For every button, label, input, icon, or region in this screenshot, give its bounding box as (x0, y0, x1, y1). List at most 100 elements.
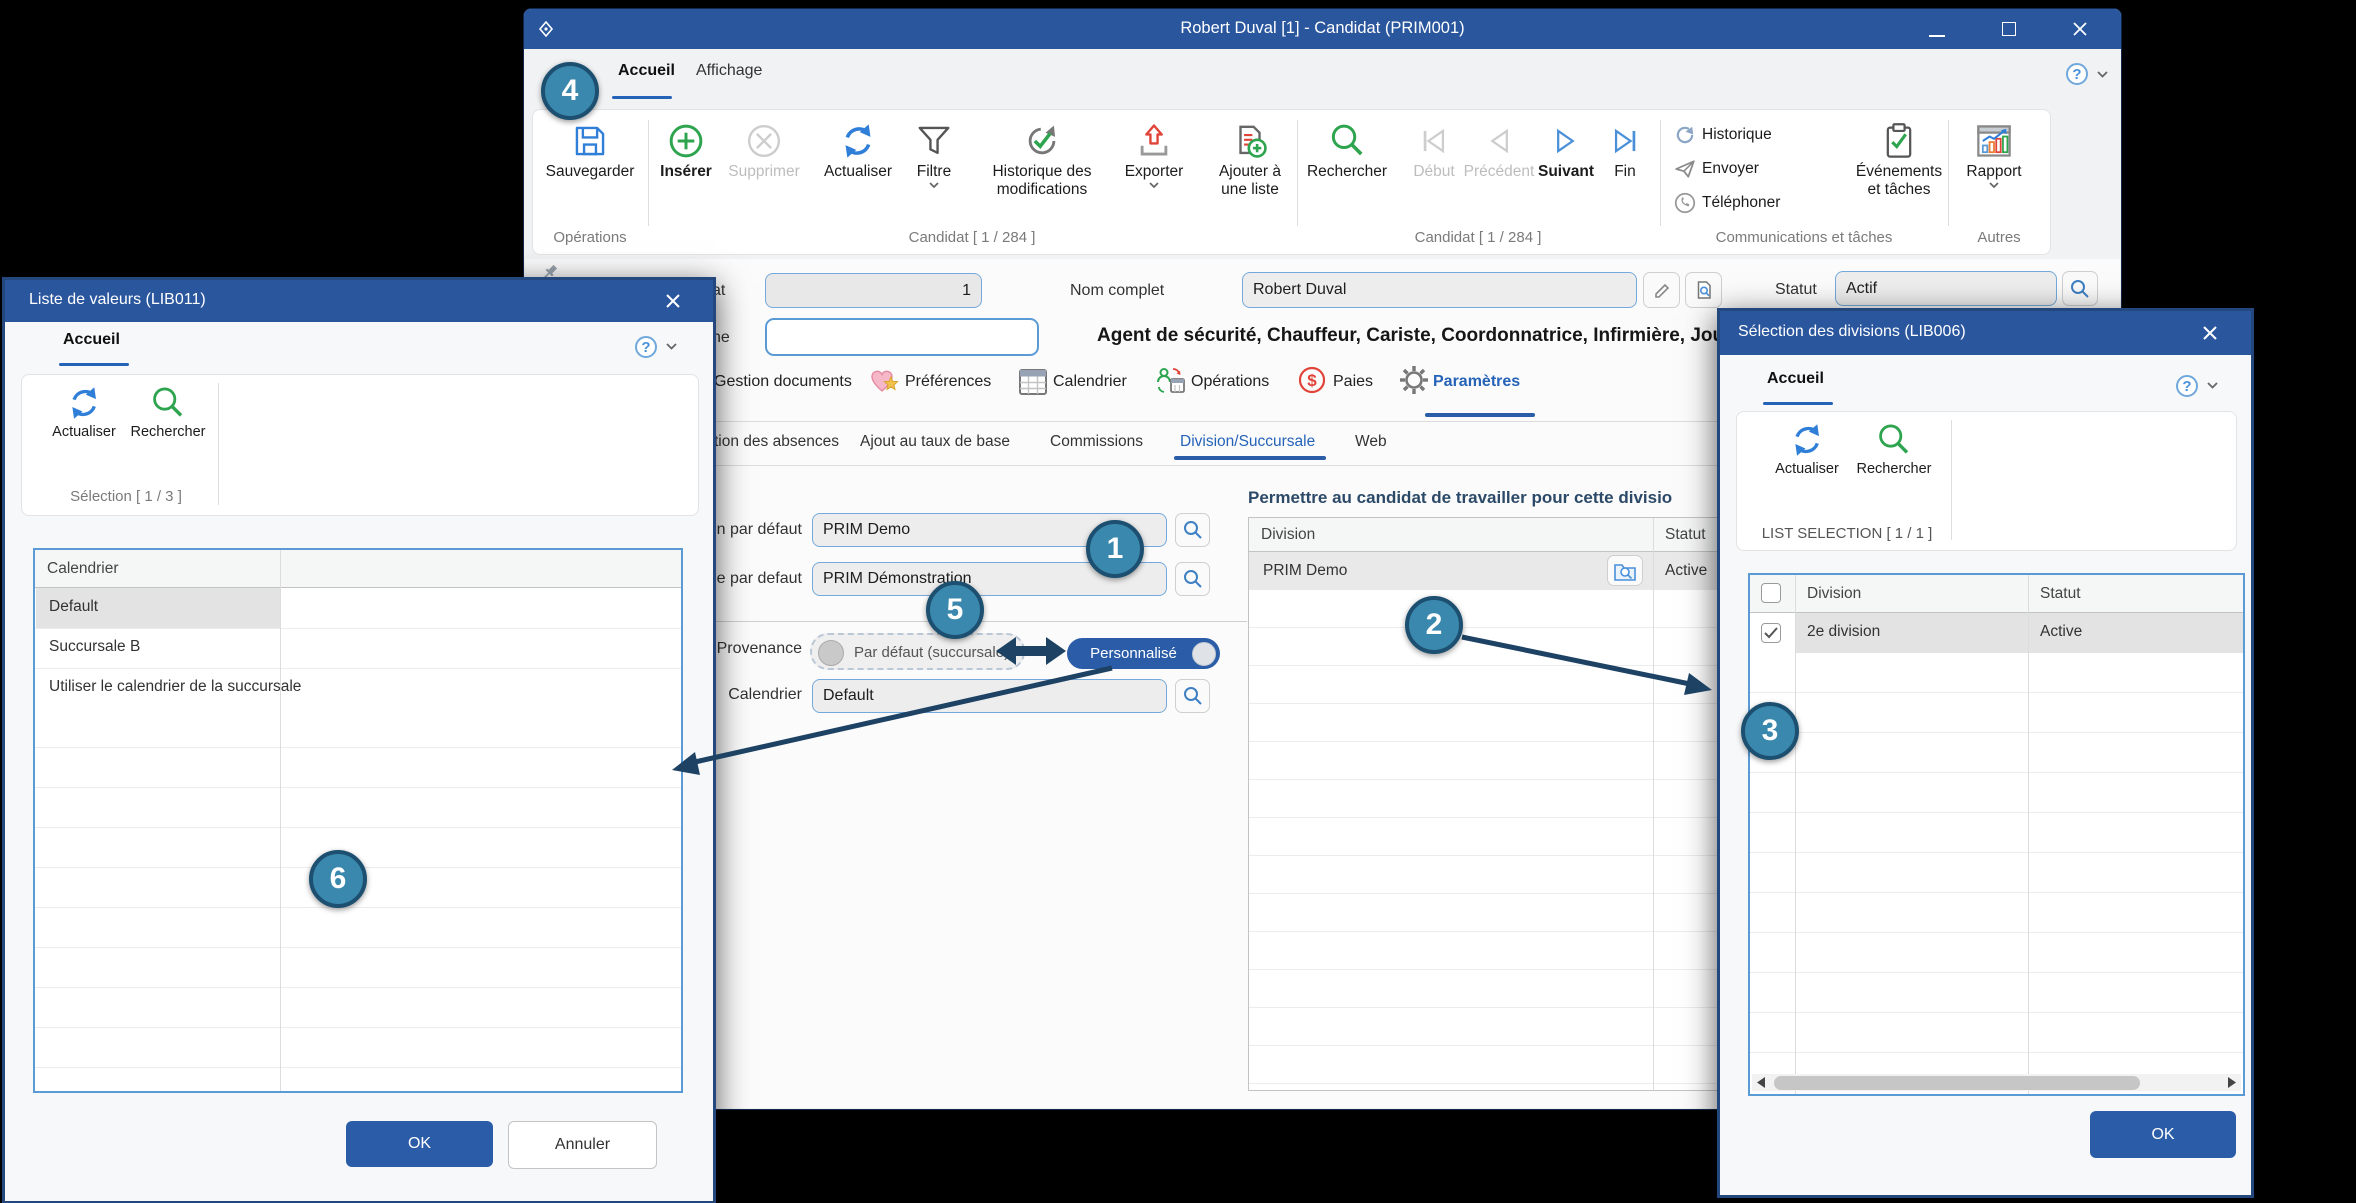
group-label-candidat-2: Candidat [ 1 / 284 ] (1415, 229, 1542, 246)
scroll-left-icon[interactable] (1756, 1076, 1766, 1089)
division-detail-button[interactable] (1607, 555, 1643, 586)
search-button[interactable]: Rechercher (1857, 422, 1932, 477)
send-button[interactable]: Envoyer (1674, 158, 1759, 180)
provenance-option-default[interactable]: Par défaut (succursale) (810, 633, 1025, 670)
pay-dollar-icon: $ (1297, 365, 1329, 397)
close-icon[interactable] (2202, 325, 2218, 341)
ok-button[interactable]: OK (2090, 1111, 2236, 1158)
row-checkbox-checked[interactable] (1761, 623, 1781, 643)
list-item[interactable]: Default (35, 588, 681, 629)
statut-col-header[interactable]: Statut (1665, 526, 1706, 544)
report-chart-icon (1975, 122, 2013, 160)
tab-affichage[interactable]: Affichage (696, 62, 762, 80)
save-icon (571, 122, 609, 160)
tab-operations[interactable]: Opérations (1191, 373, 1269, 391)
toggle-knob-off (818, 640, 844, 666)
magnifier-icon (1182, 519, 1204, 541)
main-titlebar[interactable]: Robert Duval [1] - Candidat (PRIM001) (524, 9, 2121, 49)
candidat-number-field[interactable]: 1 (765, 273, 982, 308)
tab-paies[interactable]: Paies (1333, 373, 1373, 391)
phone-button[interactable]: Téléphoner (1674, 192, 1780, 214)
calendrier-field[interactable]: Default (812, 679, 1167, 713)
tab-calendrier[interactable]: Calendrier (1053, 373, 1127, 391)
chevron-down-icon (1148, 181, 1160, 189)
minimize-button[interactable] (1929, 35, 1945, 37)
empty-rows (1249, 590, 1717, 1088)
phone-field[interactable] (765, 318, 1039, 356)
lib011-tab-accueil[interactable]: Accueil (63, 331, 120, 349)
close-icon[interactable] (665, 293, 681, 309)
calendrier-lookup-button[interactable] (1175, 679, 1210, 713)
help-icon[interactable]: ? (2066, 63, 2088, 85)
horizontal-scrollbar[interactable] (1752, 1074, 2241, 1091)
chevron-down-icon (928, 181, 940, 189)
provenance-option-custom[interactable]: Personnalisé (1067, 638, 1220, 669)
group-label-candidat-1: Candidat [ 1 / 284 ] (909, 229, 1036, 246)
modification-history-button[interactable]: Historique des modifications (982, 122, 1102, 198)
step-badge-2: 2 (1405, 596, 1463, 654)
table-row[interactable]: 2e division Active (1750, 613, 2243, 653)
toggle-knob-on (1192, 642, 1216, 666)
tab-parametres-underline (1425, 413, 1535, 417)
plus-circle-icon (667, 122, 705, 160)
report-button[interactable]: Rapport (1934, 122, 2054, 189)
step-badge-1: 1 (1086, 520, 1144, 578)
refresh-button[interactable]: Actualiser (1775, 422, 1839, 477)
history-button[interactable]: Historique (1674, 124, 1772, 146)
succursale-default-lookup-button[interactable] (1175, 562, 1210, 596)
lib006-tab-accueil[interactable]: Accueil (1767, 370, 1824, 388)
refresh-button[interactable]: Actualiser (52, 385, 116, 440)
tab-parametres[interactable]: Paramètres (1433, 373, 1520, 391)
help-icon[interactable]: ? (2176, 375, 2198, 397)
tab-accueil[interactable]: Accueil (618, 62, 675, 80)
history-icon (1674, 124, 1696, 146)
ok-button[interactable]: OK (346, 1121, 493, 1167)
subtab-division-underline (1174, 456, 1326, 460)
scroll-right-icon[interactable] (2227, 1076, 2237, 1089)
document-search-icon (1694, 280, 1714, 300)
tab-gestion-documents[interactable]: Gestion documents (714, 373, 852, 391)
scrollbar-thumb[interactable] (1774, 1076, 2140, 1090)
statut-lookup-button[interactable] (2062, 271, 2098, 306)
division-col-header[interactable]: Division (1261, 526, 1315, 544)
operations-people-icon (1155, 365, 1187, 397)
group-label-communications: Communications et tâches (1716, 229, 1893, 246)
table-row[interactable]: PRIM Demo Active (1249, 552, 1717, 590)
subtab-ajout-taux-base[interactable]: Ajout au taux de base (860, 433, 1010, 451)
maximize-button[interactable] (2002, 22, 2016, 36)
lib011-titlebar[interactable]: Liste de valeurs (LIB011) (5, 280, 713, 322)
list-item[interactable]: Utiliser le calendrier de la succursale (35, 668, 681, 709)
subtab-web[interactable]: Web (1355, 433, 1387, 451)
edit-name-button[interactable] (1643, 272, 1680, 308)
search-button[interactable]: Rechercher (131, 385, 206, 440)
statut-field[interactable]: Actif (1835, 271, 2057, 306)
last-record-button[interactable]: Fin (1565, 122, 1685, 181)
division-col-header[interactable]: Division (1807, 585, 1861, 603)
select-all-checkbox[interactable] (1761, 583, 1781, 603)
chevron-down-icon[interactable] (665, 342, 678, 351)
calendrier-col-header[interactable]: Calendrier (47, 560, 119, 578)
division-panel-heading: Permettre au candidat de travailler pour… (1248, 488, 1718, 508)
nom-complet-label: Nom complet (1070, 282, 1164, 300)
division-default-lookup-button[interactable] (1175, 513, 1210, 547)
chevron-down-icon[interactable] (2206, 381, 2219, 390)
nom-complet-field[interactable]: Robert Duval (1242, 272, 1637, 308)
close-icon[interactable] (2072, 21, 2088, 37)
lib006-titlebar[interactable]: Sélection des divisions (LIB006) (1720, 311, 2251, 355)
calendar-icon (1017, 365, 1049, 397)
group-label-autres: Autres (1977, 229, 2020, 246)
statut-col-header[interactable]: Statut (2040, 585, 2081, 603)
help-icon[interactable]: ? (635, 336, 657, 358)
preview-document-button[interactable] (1685, 272, 1722, 308)
folder-search-icon (1613, 559, 1637, 583)
subtab-gestion-absences-fragment[interactable]: tion des absences (714, 433, 839, 451)
tab-preferences[interactable]: Préférences (905, 373, 991, 391)
cancel-button[interactable]: Annuler (508, 1121, 657, 1169)
list-item[interactable]: Succursale B (35, 628, 681, 669)
subtab-division-succursale[interactable]: Division/Succursale (1180, 433, 1315, 451)
last-icon (1607, 122, 1643, 160)
chevron-down-icon[interactable] (2096, 70, 2109, 79)
filter-button[interactable]: Filtre (874, 122, 994, 189)
subtab-commissions[interactable]: Commissions (1050, 433, 1143, 451)
refresh-icon (1789, 422, 1825, 458)
